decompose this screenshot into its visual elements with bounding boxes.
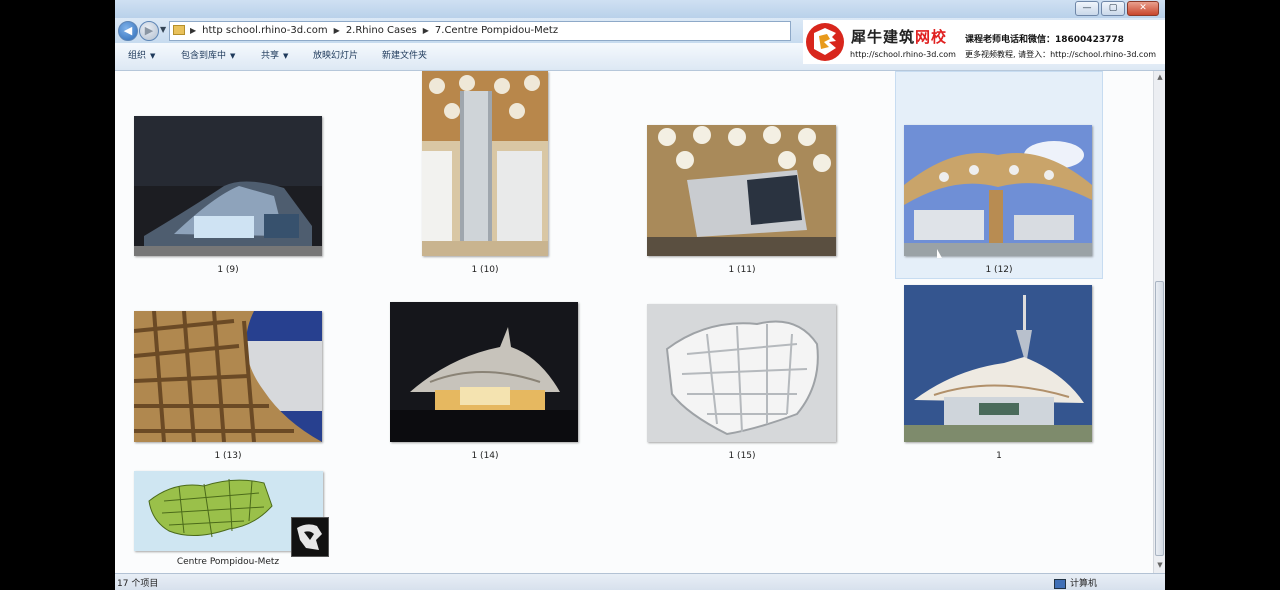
close-button[interactable]: ✕ bbox=[1127, 1, 1159, 16]
file-name[interactable]: 1 bbox=[899, 451, 1099, 461]
folder-icon bbox=[173, 25, 185, 35]
scroll-up-icon[interactable]: ▲ bbox=[1156, 73, 1164, 81]
file-name[interactable]: 1 (9) bbox=[128, 265, 328, 275]
rhino-app-icon bbox=[291, 517, 329, 557]
file-thumbnail[interactable] bbox=[904, 125, 1092, 256]
forward-button[interactable]: ▶ bbox=[139, 21, 159, 41]
chevron-right-icon[interactable]: ▶ bbox=[334, 22, 340, 40]
file-thumbnail[interactable] bbox=[422, 71, 548, 256]
banner-contact: 课程老师电话和微信：18600423778 bbox=[965, 35, 1124, 45]
status-location: 计算机 bbox=[1053, 576, 1097, 589]
file-name[interactable]: 1 (12) bbox=[899, 265, 1099, 275]
minimize-button[interactable]: — bbox=[1075, 1, 1099, 16]
maximize-button[interactable]: ▢ bbox=[1101, 1, 1125, 16]
computer-icon bbox=[1053, 578, 1066, 589]
chevron-down-icon: ▼ bbox=[150, 52, 156, 60]
address-bar[interactable]: ▶ http school.rhino-3d.com ▶ 2.Rhino Cas… bbox=[169, 21, 791, 41]
file-thumbnail[interactable] bbox=[134, 116, 322, 256]
explorer-window: — ▢ ✕ ◀ ▶ ▼ ▶ http school.rhino-3d.com ▶… bbox=[115, 0, 1165, 590]
banner-title: 犀牛建筑网校 bbox=[851, 28, 948, 46]
scrollbar-thumb[interactable] bbox=[1155, 281, 1164, 556]
file-thumbnail[interactable] bbox=[904, 285, 1092, 442]
item-count: 17 个项目 bbox=[117, 579, 159, 589]
watermark-banner: 犀牛建筑网校 http://school.rhino-3d.com 课程老师电话… bbox=[803, 20, 1165, 64]
file-name[interactable]: 1 (13) bbox=[128, 451, 328, 461]
new-folder-button[interactable]: 新建文件夹 bbox=[382, 43, 427, 70]
file-name[interactable]: 1 (15) bbox=[642, 451, 842, 461]
file-thumbnail[interactable] bbox=[647, 304, 836, 442]
breadcrumb-item[interactable]: 7.Centre Pompidou-Metz bbox=[435, 22, 558, 40]
include-in-library-menu[interactable]: 包含到库中 ▼ bbox=[181, 43, 235, 70]
share-menu[interactable]: 共享 ▼ bbox=[261, 43, 288, 70]
organize-menu[interactable]: 组织 ▼ bbox=[128, 43, 155, 70]
breadcrumb-item[interactable]: http school.rhino-3d.com bbox=[202, 22, 328, 40]
file-thumbnail[interactable] bbox=[390, 302, 578, 442]
vertical-scrollbar[interactable]: ▲ ▼ bbox=[1153, 71, 1165, 573]
slideshow-button[interactable]: 放映幻灯片 bbox=[313, 43, 358, 70]
chevron-down-icon: ▼ bbox=[283, 52, 289, 60]
back-button[interactable]: ◀ bbox=[118, 21, 138, 41]
breadcrumb-item[interactable]: 2.Rhino Cases bbox=[346, 22, 417, 40]
file-thumbnail[interactable] bbox=[647, 125, 836, 256]
banner-more-info: 更多视频教程, 请登入：http://school.rhino-3d.com bbox=[965, 50, 1157, 59]
file-view: 1 (9) 1 (10) 1 (11) 1 (12) 1 (13) 1 (14)… bbox=[115, 71, 1153, 573]
file-name[interactable]: 1 (14) bbox=[385, 451, 585, 461]
banner-url: http://school.rhino-3d.com bbox=[850, 50, 956, 59]
school-logo bbox=[806, 23, 844, 61]
file-name[interactable]: 1 (11) bbox=[642, 265, 842, 275]
chevron-down-icon: ▼ bbox=[230, 52, 236, 60]
status-bar: 17 个项目 计算机 bbox=[115, 573, 1165, 590]
title-bar: — ▢ ✕ bbox=[115, 0, 1165, 18]
chevron-right-icon[interactable]: ▶ bbox=[190, 22, 196, 40]
mouse-cursor-icon bbox=[937, 249, 942, 258]
file-thumbnail[interactable] bbox=[134, 311, 322, 442]
breadcrumb: ▶ http school.rhino-3d.com ▶ 2.Rhino Cas… bbox=[190, 22, 558, 40]
file-name[interactable]: Centre Pompidou-Metz bbox=[128, 557, 328, 567]
scroll-down-icon[interactable]: ▼ bbox=[1156, 561, 1164, 569]
recent-pages-dropdown[interactable]: ▼ bbox=[160, 25, 166, 34]
chevron-right-icon[interactable]: ▶ bbox=[423, 22, 429, 40]
file-name[interactable]: 1 (10) bbox=[385, 265, 585, 275]
